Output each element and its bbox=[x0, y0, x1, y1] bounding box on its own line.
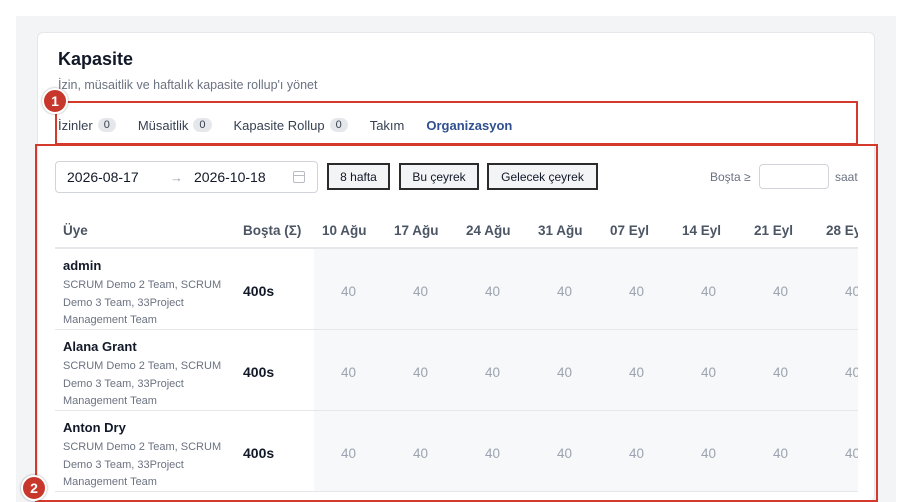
highlight-box-table bbox=[35, 144, 878, 502]
step-marker-badge: 1 bbox=[42, 88, 68, 114]
step-marker-badge: 2 bbox=[21, 475, 47, 501]
highlight-box-tabs bbox=[55, 101, 858, 145]
page-subtitle: İzin, müsaitlik ve haftalık kapasite rol… bbox=[58, 78, 318, 92]
page-title: Kapasite bbox=[58, 49, 134, 69]
